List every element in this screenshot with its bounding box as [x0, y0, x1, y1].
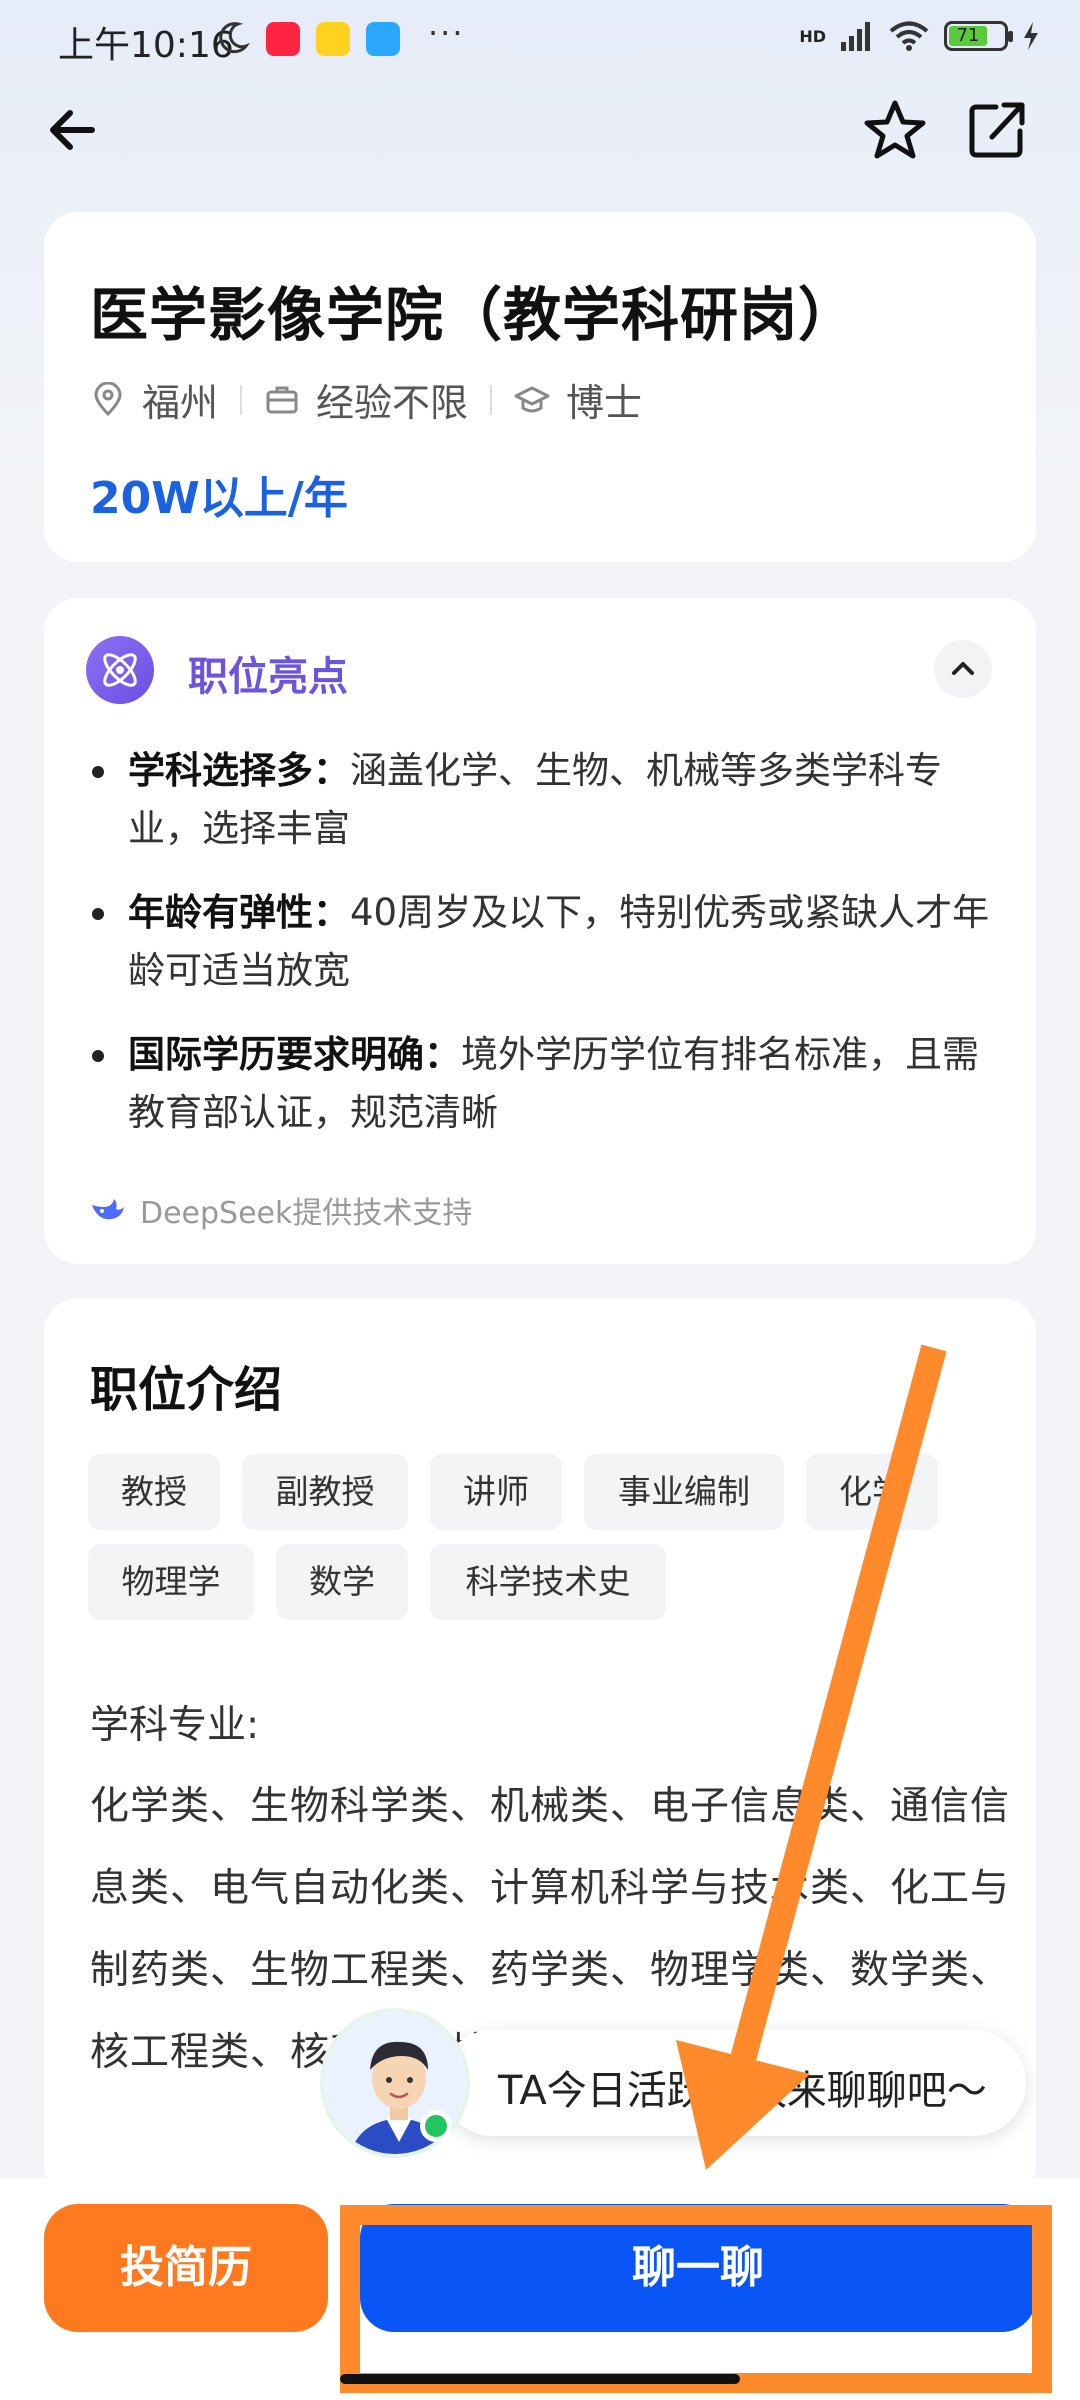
job-meta: 福州 经验不限 博士 [90, 372, 642, 427]
more-notifications-icon: ··· [428, 14, 465, 52]
submit-resume-button[interactable]: 投简历 [44, 2204, 328, 2332]
subject-label: 学科专业: [90, 1703, 260, 1748]
moon-icon [219, 22, 250, 54]
deepseek-whale-icon [92, 1199, 124, 1220]
charging-icon [1024, 22, 1038, 50]
job-experience: 经验不限 [316, 381, 469, 425]
status-time: 上午10:16 [58, 25, 234, 66]
tag: 事业编制 [584, 1454, 784, 1530]
status-bar: 上午10:16 ··· HD 71 [0, 0, 1080, 80]
tag: 科学技术史 [430, 1544, 666, 1620]
intro-title: 职位介绍 [90, 1362, 283, 1418]
job-location: 福州 [142, 381, 219, 425]
wifi-icon [889, 21, 929, 51]
atom-icon [86, 636, 154, 704]
battery-level: 71 [949, 26, 987, 46]
tag: 讲师 [430, 1454, 562, 1530]
tag: 化学 [806, 1454, 938, 1530]
annotation-highlight-box [340, 2205, 1052, 2393]
job-header-card: 医学影像学院（教学科研岗） 福州 经验不限 博士 20W以上/年 [44, 212, 1036, 562]
share-icon[interactable] [962, 95, 1032, 165]
highlights-title: 职位亮点 [188, 654, 348, 700]
highlight-label: 学科选择多： [128, 749, 350, 792]
hd-label: HD [799, 26, 826, 46]
weibo-app-icon [316, 22, 350, 56]
chat-prompt-bubble[interactable]: TA今日活跃，快来聊聊吧～ [440, 2030, 1026, 2136]
chat-app-icon [366, 22, 400, 56]
highlight-item: 年龄有弹性：40周岁及以下，特别优秀或紧缺人才年龄可适当放宽 [90, 884, 1010, 1000]
collapse-button[interactable] [934, 640, 992, 698]
highlight-item: 国际学历要求明确：境外学历学位有排名标准，且需教育部认证，规范清晰 [90, 1026, 1010, 1142]
deepseek-credit: DeepSeek提供技术支持 [90, 1188, 472, 1232]
star-icon[interactable] [860, 95, 930, 165]
chat-prompt-text: TA今日活跃，快来聊聊吧～ [498, 2068, 987, 2114]
meta-divider [490, 384, 493, 415]
meta-divider [240, 384, 243, 415]
tag: 副教授 [242, 1454, 408, 1530]
highlights-card: 职位亮点 学科选择多：涵盖化学、生物、机械等多类学科专业，选择丰富 年龄有弹性：… [44, 598, 1036, 1264]
highlight-item: 学科选择多：涵盖化学、生物、机械等多类学科专业，选择丰富 [90, 742, 1010, 858]
tag: 教授 [88, 1454, 220, 1530]
tag: 物理学 [88, 1544, 254, 1620]
graduation-cap-icon [514, 386, 550, 412]
tag: 数学 [276, 1544, 408, 1620]
signal-icon [841, 22, 870, 51]
job-title: 医学影像学院（教学科研岗） [90, 281, 858, 349]
briefcase-icon [266, 386, 298, 413]
deepseek-credit-text: DeepSeek提供技术支持 [140, 1196, 473, 1231]
xiaohongshu-app-icon [266, 22, 300, 56]
highlight-label: 年龄有弹性： [128, 891, 350, 934]
highlight-label: 国际学历要求明确： [128, 1033, 461, 1076]
status-right: HD 71 [799, 20, 1040, 52]
location-icon [94, 381, 122, 416]
online-status-dot [420, 2110, 452, 2142]
job-education: 博士 [566, 381, 643, 425]
chevron-up-icon [952, 662, 974, 675]
job-salary: 20W以上/年 [90, 473, 348, 524]
highlights-list: 学科选择多：涵盖化学、生物、机械等多类学科专业，选择丰富 年龄有弹性：40周岁及… [90, 742, 1010, 1168]
home-indicator[interactable] [340, 2374, 740, 2384]
back-arrow-icon[interactable] [40, 95, 110, 165]
battery-icon: 71 [944, 21, 1013, 51]
